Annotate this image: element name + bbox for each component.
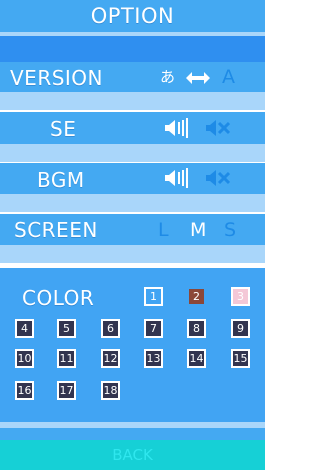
speaker-mute-icon[interactable] bbox=[206, 118, 231, 142]
screen-label: SCREEN bbox=[14, 218, 98, 242]
color-swatch-11[interactable]: 11 bbox=[57, 349, 76, 368]
color-label: COLOR bbox=[22, 286, 95, 310]
spacer-bar bbox=[0, 36, 265, 62]
japanese-glyph[interactable]: あ bbox=[160, 66, 175, 87]
options-screen: OPTION VERSION あ A SE BGM SCREEN L M S C… bbox=[0, 0, 265, 470]
screen-option-s[interactable]: S bbox=[224, 219, 236, 241]
color-swatch-10[interactable]: 10 bbox=[15, 349, 34, 368]
back-button[interactable]: BACK bbox=[0, 440, 265, 470]
color-swatch-16[interactable]: 16 bbox=[15, 381, 34, 400]
divider bbox=[0, 194, 265, 212]
bgm-label: BGM bbox=[37, 168, 85, 192]
version-label: VERSION bbox=[10, 66, 104, 90]
color-swatch-8[interactable]: 8 bbox=[187, 319, 206, 338]
color-swatch-9[interactable]: 9 bbox=[231, 319, 250, 338]
color-swatch-18[interactable]: 18 bbox=[101, 381, 120, 400]
color-swatch-7[interactable]: 7 bbox=[144, 319, 163, 338]
speaker-mute-icon[interactable] bbox=[206, 168, 231, 192]
color-swatch-15[interactable]: 15 bbox=[231, 349, 250, 368]
spacer-bar bbox=[0, 428, 265, 440]
color-swatch-3[interactable]: 3 bbox=[231, 287, 250, 306]
color-swatch-4[interactable]: 4 bbox=[15, 319, 34, 338]
color-swatch-2[interactable]: 2 bbox=[187, 287, 206, 306]
speaker-on-icon[interactable] bbox=[165, 118, 189, 142]
divider bbox=[0, 245, 265, 263]
screen-option-l[interactable]: L bbox=[158, 219, 169, 241]
se-label: SE bbox=[50, 117, 77, 141]
color-swatch-1[interactable]: 1 bbox=[144, 287, 163, 306]
divider bbox=[0, 144, 265, 162]
divider bbox=[0, 92, 265, 110]
speaker-on-icon[interactable] bbox=[165, 168, 189, 192]
color-swatch-17[interactable]: 17 bbox=[57, 381, 76, 400]
color-swatch-13[interactable]: 13 bbox=[144, 349, 163, 368]
color-swatch-12[interactable]: 12 bbox=[101, 349, 120, 368]
double-arrow-icon[interactable] bbox=[186, 70, 210, 89]
color-swatch-5[interactable]: 5 bbox=[57, 319, 76, 338]
english-glyph[interactable]: A bbox=[222, 66, 235, 88]
page-title: OPTION bbox=[90, 4, 175, 28]
screen-option-m[interactable]: M bbox=[190, 219, 206, 241]
color-swatch-6[interactable]: 6 bbox=[101, 319, 120, 338]
color-swatch-14[interactable]: 14 bbox=[187, 349, 206, 368]
